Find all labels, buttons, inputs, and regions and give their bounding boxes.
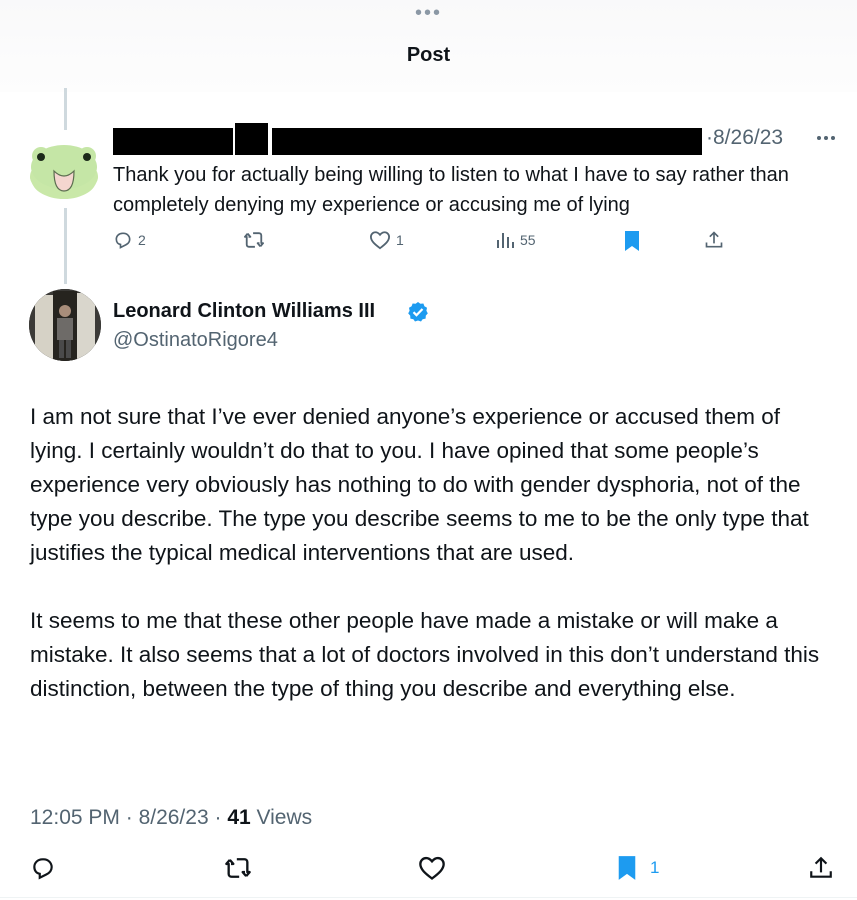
handle[interactable]: @OstinatoRigore4 [113,329,278,352]
divider [0,897,857,898]
reply-text: Thank you for actually being willing to … [113,164,789,216]
avatar-photo-icon [29,289,101,361]
reply-button[interactable]: 2 [113,230,146,250]
retweet-button[interactable] [243,230,265,250]
retweet-icon [225,858,251,878]
share-icon [810,856,832,878]
share-button[interactable] [808,855,834,881]
like-button[interactable]: 1 [369,230,404,250]
bookmark-icon [625,231,639,251]
more-icon[interactable] [815,128,837,148]
views-button[interactable]: 55 [495,230,536,250]
views-count: 55 [520,232,536,248]
reply-date[interactable]: ·8/26/23 [706,126,783,150]
display-name[interactable]: Leonard Clinton Williams III [113,300,375,323]
bookmark-icon [618,856,636,880]
post-body: I am not sure that I’ve ever denied anyo… [30,400,830,740]
like-icon [419,856,445,880]
redaction-block [235,123,268,155]
thread-line [64,88,67,130]
post-paragraph: It seems to me that these other people h… [30,608,820,701]
share-button[interactable] [704,230,724,250]
post-views-label: Views [250,806,313,829]
reply-icon [33,858,53,880]
thread-line [64,208,67,284]
bookmark-count: 1 [650,858,660,877]
reply-icon [115,232,131,249]
retweet-icon [244,232,265,248]
post-views-count: 41 [227,806,251,829]
like-count: 1 [396,232,404,248]
redaction-block [272,128,702,155]
post-date[interactable]: 8/26/23 [139,806,209,829]
like-icon [369,231,391,250]
frog-avatar-icon [30,145,98,199]
bookmark-button[interactable]: 1 [616,855,659,881]
post-time[interactable]: 12:05 PM [30,806,120,829]
drag-handle-icon[interactable]: ••• [0,3,857,23]
bookmark-button[interactable] [623,230,641,252]
post-paragraph: I am not sure that I’ve ever denied anyo… [30,404,809,565]
post-meta: 12:05 PM · 8/26/23 · 41 Views [30,806,313,829]
avatar[interactable] [28,131,100,203]
redaction-block [113,128,233,155]
reply-button[interactable] [30,855,56,881]
views-icon [497,233,514,248]
page-title: Post [406,44,451,66]
retweet-button[interactable] [224,855,252,881]
verified-icon [407,301,429,323]
share-icon [705,231,723,248]
like-button[interactable] [418,855,446,881]
avatar[interactable] [29,289,101,361]
reply-count: 2 [138,232,146,248]
